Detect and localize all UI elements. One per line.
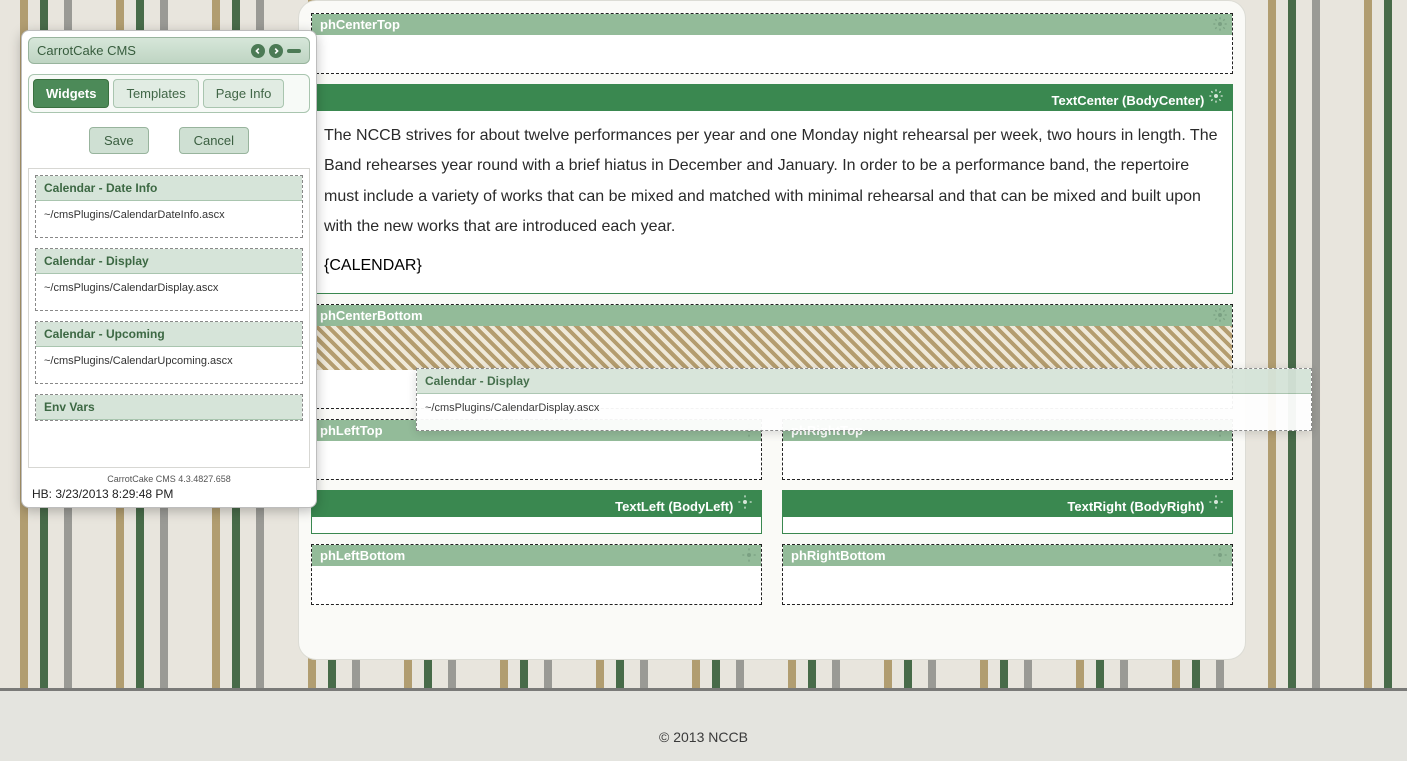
toolbox-titlebar[interactable]: CarrotCake CMS — [28, 37, 310, 64]
widget-item[interactable]: Calendar - Display ~/cmsPlugins/Calendar… — [35, 248, 303, 311]
widget-item-path: ~/cmsPlugins/CalendarUpcoming.ascx — [36, 347, 302, 383]
gear-icon[interactable] — [741, 547, 757, 566]
calendar-token: {CALENDAR} — [312, 253, 1232, 293]
zone-label: phLeftBottom — [320, 548, 405, 563]
tab-page-info[interactable]: Page Info — [203, 79, 285, 108]
widget-item-title: Calendar - Display — [36, 249, 302, 274]
zone-text-right[interactable]: TextRight (BodyRight) — [782, 490, 1233, 534]
widget-item[interactable]: Calendar - Upcoming ~/cmsPlugins/Calenda… — [35, 321, 303, 384]
zone-label: TextLeft (BodyLeft) — [615, 499, 733, 514]
page-card: phCenterTop TextCenter (BodyCenter) The … — [298, 0, 1246, 660]
nav-prev-icon[interactable] — [251, 44, 265, 58]
widget-item-title: Env Vars — [36, 395, 302, 420]
zone-label: TextCenter (BodyCenter) — [1051, 93, 1204, 108]
save-button[interactable]: Save — [89, 127, 149, 154]
widget-item-title: Calendar - Upcoming — [36, 322, 302, 347]
drag-ghost-path: ~/cmsPlugins/CalendarDisplay.ascx — [417, 394, 1311, 430]
widget-item-path: ~/cmsPlugins/CalendarDateInfo.ascx — [36, 201, 302, 237]
zone-right-bottom[interactable]: phRightBottom — [782, 544, 1233, 605]
minimize-icon[interactable] — [287, 49, 301, 53]
gear-icon[interactable] — [1212, 547, 1228, 566]
gear-icon[interactable] — [737, 498, 753, 513]
gear-icon[interactable] — [1212, 307, 1228, 326]
zone-left-bottom[interactable]: phLeftBottom — [311, 544, 762, 605]
gear-icon[interactable] — [1212, 16, 1228, 35]
gear-icon[interactable] — [1208, 92, 1224, 107]
tab-widgets[interactable]: Widgets — [33, 79, 109, 108]
drop-target[interactable] — [312, 326, 1232, 370]
drag-ghost-title: Calendar - Display — [417, 369, 1311, 394]
toolbox-heartbeat: HB: 3/23/2013 8:29:48 PM — [28, 484, 310, 501]
body-paragraph: The NCCB strives for about twelve perfor… — [312, 111, 1232, 253]
zone-label: phRightBottom — [791, 548, 886, 563]
toolbox-panel[interactable]: CarrotCake CMS Widgets Templates Page In… — [21, 30, 317, 508]
toolbox-title: CarrotCake CMS — [37, 43, 136, 58]
widget-item-path: ~/cmsPlugins/CalendarDisplay.ascx — [36, 274, 302, 310]
zone-label: phLeftTop — [320, 423, 383, 438]
zone-center-top[interactable]: phCenterTop — [311, 13, 1233, 74]
nav-next-icon[interactable] — [269, 44, 283, 58]
page-footer: © 2013 NCCB — [0, 688, 1407, 761]
zone-text-left[interactable]: TextLeft (BodyLeft) — [311, 490, 762, 534]
widget-item[interactable]: Env Vars — [35, 394, 303, 421]
footer-text: © 2013 NCCB — [0, 691, 1407, 745]
zone-label: TextRight (BodyRight) — [1067, 499, 1204, 514]
zone-label: phCenterBottom — [320, 308, 423, 323]
widget-item-title: Calendar - Date Info — [36, 176, 302, 201]
toolbox-version: CarrotCake CMS 4.3.4827.658 — [28, 474, 310, 484]
widget-list[interactable]: Calendar - Date Info ~/cmsPlugins/Calend… — [28, 168, 310, 468]
tab-row: Widgets Templates Page Info — [28, 74, 310, 113]
widget-item[interactable]: Calendar - Date Info ~/cmsPlugins/Calend… — [35, 175, 303, 238]
tab-templates[interactable]: Templates — [113, 79, 198, 108]
cancel-button[interactable]: Cancel — [179, 127, 249, 154]
zone-text-center[interactable]: TextCenter (BodyCenter) The NCCB strives… — [311, 84, 1233, 294]
zone-label: phCenterTop — [320, 17, 400, 32]
drag-ghost[interactable]: Calendar - Display ~/cmsPlugins/Calendar… — [416, 368, 1312, 431]
gear-icon[interactable] — [1208, 498, 1224, 513]
